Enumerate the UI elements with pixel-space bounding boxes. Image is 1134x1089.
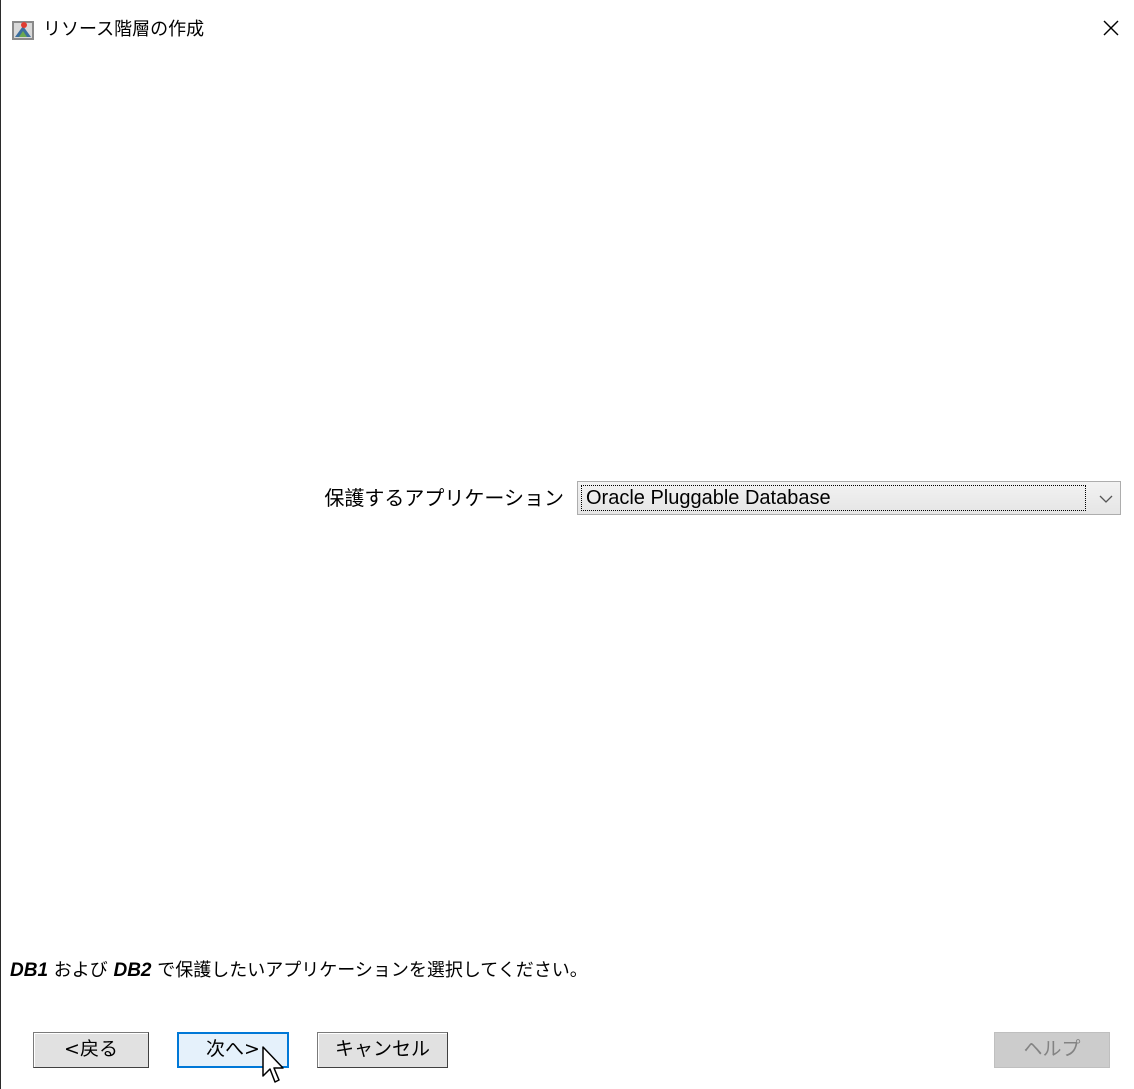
close-button[interactable] (1088, 0, 1134, 60)
title-bar: リソース階層の作成 (1, 0, 1134, 64)
help-button[interactable]: ヘルプ (994, 1032, 1110, 1068)
close-icon (1102, 19, 1120, 41)
instruction-db2: DB2 (113, 960, 152, 981)
chevron-down-icon[interactable] (1096, 489, 1116, 509)
application-field-row: 保護するアプリケーション Oracle Pluggable Database (1, 478, 1134, 518)
application-dropdown[interactable]: Oracle Pluggable Database (577, 481, 1121, 515)
instruction-db1: DB1 (10, 960, 49, 981)
next-button[interactable]: 次へ> (177, 1032, 289, 1068)
wizard-window: リソース階層の作成 保護するアプリケーション Oracle Pluggable … (0, 0, 1134, 1089)
window-title: リソース階層の作成 (43, 19, 205, 40)
application-label: 保護するアプリケーション (324, 486, 564, 510)
app-icon (11, 18, 35, 42)
cancel-button[interactable]: キャンセル (317, 1032, 448, 1068)
back-button[interactable]: <戻る (33, 1032, 149, 1068)
application-dropdown-value: Oracle Pluggable Database (581, 485, 1086, 511)
instruction-rest: で保護したいアプリケーションを選択してください。 (151, 960, 588, 981)
instruction-and: および (48, 960, 114, 981)
instruction-text: DB1 および DB2 で保護したいアプリケーションを選択してください。 (10, 956, 588, 986)
